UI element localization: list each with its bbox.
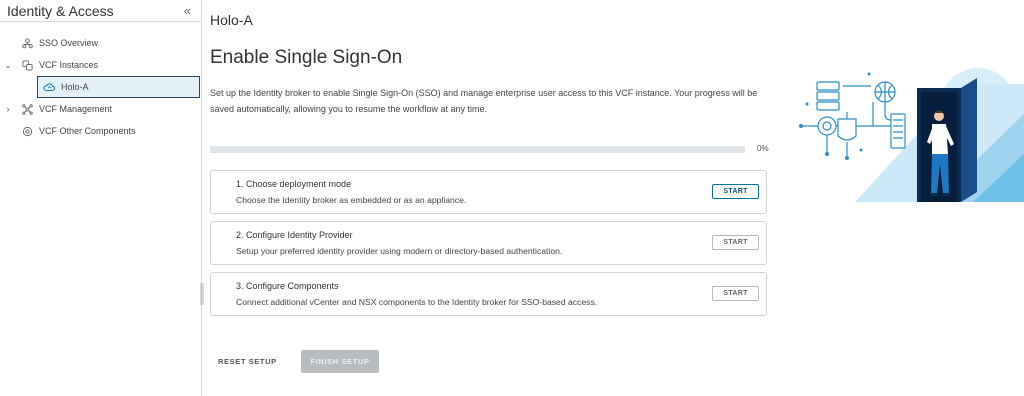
chevron-down-icon[interactable]: ⌄ (4, 60, 12, 71)
finish-setup-button[interactable]: FINISH SETUP (301, 350, 379, 373)
step-card-deployment-mode: 1. Choose deployment mode Choose the Ide… (210, 170, 767, 214)
start-button[interactable]: START (712, 286, 759, 301)
step-description: Connect additional vCenter and NSX compo… (236, 297, 598, 307)
start-button[interactable]: START (712, 235, 759, 250)
cloud-icon (43, 81, 55, 93)
sidebar-item-holo-a[interactable]: Holo-A (37, 76, 200, 98)
sidebar-item-sso-overview[interactable]: SSO Overview (0, 32, 201, 54)
step-title: 1. Choose deployment mode (236, 179, 352, 189)
start-button[interactable]: START (712, 184, 759, 199)
step-title: 2. Configure Identity Provider (236, 230, 353, 240)
reset-setup-button[interactable]: RESET SETUP (218, 357, 277, 366)
step-card-identity-provider: 2. Configure Identity Provider Setup you… (210, 221, 767, 265)
step-description: Setup your preferred identity provider u… (236, 246, 563, 256)
sidebar-header: Identity & Access « (0, 0, 201, 22)
sidebar-title: Identity & Access (7, 2, 114, 19)
sidebar-nav: SSO Overview ⌄ VCF Instances Holo-A › VC… (0, 22, 201, 142)
sidebar-item-label: VCF Instances (39, 60, 99, 70)
step-title: 3. Configure Components (236, 281, 339, 291)
sso-overview-icon (21, 37, 33, 49)
vcf-management-icon (21, 103, 33, 115)
page-title: Enable Single Sign-On (210, 47, 403, 68)
sidebar-item-vcf-instances[interactable]: ⌄ VCF Instances (0, 54, 201, 76)
progress-label: 0% (757, 144, 769, 153)
progress-bar (210, 146, 745, 153)
sidebar-item-label: Holo-A (61, 82, 89, 92)
double-chevron-left-icon[interactable]: « (184, 3, 191, 18)
step-card-components: 3. Configure Components Connect addition… (210, 272, 767, 316)
sidebar-item-vcf-management[interactable]: › VCF Management (0, 98, 201, 120)
chevron-right-icon[interactable]: › (4, 104, 12, 114)
components-icon (21, 125, 33, 137)
sidebar-item-label: VCF Management (39, 104, 113, 114)
page-heading: Holo-A (210, 12, 253, 28)
sidebar-item-label: SSO Overview (39, 38, 99, 48)
sidebar: Identity & Access « SSO Overview ⌄ VCF I… (0, 0, 202, 396)
sso-illustration (783, 64, 1024, 202)
vcf-instances-icon (21, 59, 33, 71)
sidebar-item-label: VCF Other Components (39, 126, 136, 136)
step-description: Choose the Identity broker as embedded o… (236, 195, 467, 205)
sidebar-item-vcf-other-components[interactable]: VCF Other Components (0, 120, 201, 142)
intro-text: Set up the Identity broker to enable Sin… (210, 88, 758, 114)
